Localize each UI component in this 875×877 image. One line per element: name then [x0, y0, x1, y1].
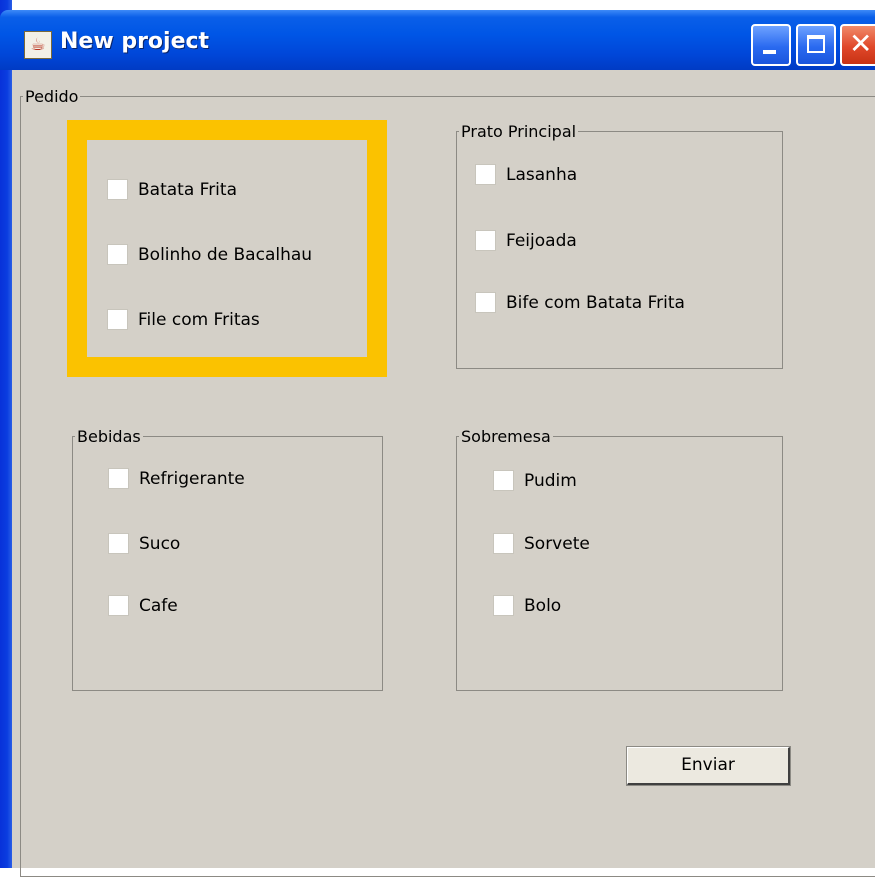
close-button[interactable]: ✕ — [840, 24, 875, 66]
checkbox-label: Bife com Batata Frita — [506, 293, 685, 313]
checkbox-box[interactable] — [108, 468, 129, 489]
enviar-button[interactable]: Enviar — [626, 746, 791, 786]
maximize-button[interactable] — [796, 24, 836, 66]
checkbox-label: Suco — [139, 534, 181, 554]
checkbox-box[interactable] — [493, 533, 514, 554]
checkbox-box[interactable] — [108, 533, 129, 554]
minimize-button[interactable] — [751, 24, 791, 66]
checkbox-label: Bolo — [524, 596, 562, 616]
checkbox-label: Sorvete — [524, 534, 590, 554]
checkbox-box[interactable] — [475, 230, 496, 251]
checkbox-label: Batata Frita — [138, 180, 237, 200]
window-title: New project — [60, 29, 210, 54]
content-panel: Pedido Batata Frita Bolinho de Bacalhau … — [12, 70, 875, 877]
checkbox-box[interactable] — [475, 292, 496, 313]
checkbox-box[interactable] — [107, 309, 128, 330]
sobremesa-legend: Sobremesa — [461, 427, 551, 446]
checkbox-box[interactable] — [493, 595, 514, 616]
checkbox-box[interactable] — [107, 179, 128, 200]
checkbox-box[interactable] — [107, 244, 128, 265]
checkbox-label: Bolinho de Bacalhau — [138, 245, 313, 265]
sobremesa-group: Sobremesa — [456, 427, 783, 691]
title-bar[interactable]: ☕ New project ✕ — [0, 10, 875, 70]
close-icon: ✕ — [849, 27, 873, 60]
checkbox-box[interactable] — [108, 595, 129, 616]
checkbox-label: Cafe — [139, 596, 178, 616]
checkbox-box[interactable] — [493, 470, 514, 491]
checkbox-label: Lasanha — [506, 165, 578, 185]
checkbox-label: Feijoada — [506, 231, 577, 251]
checkbox-label: Refrigerante — [139, 469, 245, 489]
bebidas-legend: Bebidas — [77, 427, 141, 446]
checkbox-label: File com Fritas — [138, 310, 260, 330]
checkbox-box[interactable] — [475, 164, 496, 185]
prato-principal-legend: Prato Principal — [461, 122, 577, 141]
window-frame-left — [0, 0, 12, 868]
bebidas-group: Bebidas — [72, 427, 383, 691]
app-window: ☕ New project ✕ Pedido Batata Frita Boli… — [0, 0, 875, 877]
java-cup-icon: ☕ — [24, 31, 52, 59]
checkbox-label: Pudim — [524, 471, 577, 491]
minimize-icon — [763, 50, 776, 54]
maximize-icon — [807, 35, 825, 53]
pedido-legend: Pedido — [25, 87, 79, 106]
